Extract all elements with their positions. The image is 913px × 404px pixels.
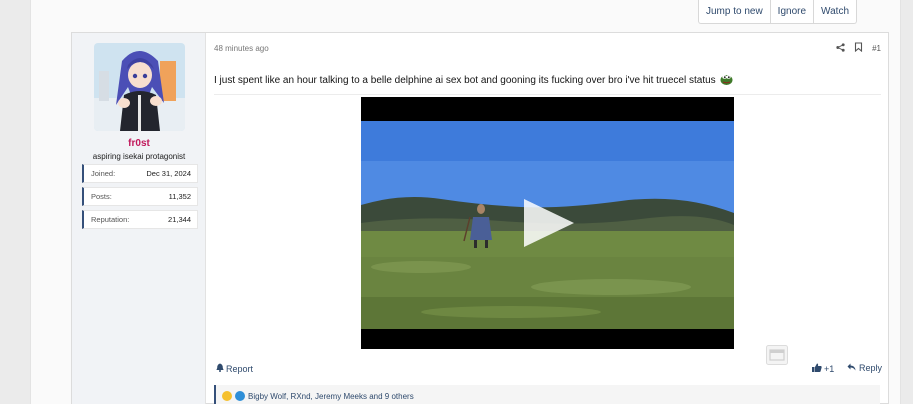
reply-arrow-icon (847, 363, 856, 373)
post-message: I just spent like an hour talking to a b… (214, 73, 733, 88)
post-content: 48 minutes ago #1 I just spent like an h… (206, 33, 889, 404)
stat-value: 11,352 (168, 192, 191, 201)
like-count: +1 (824, 363, 835, 374)
watch-button[interactable]: Watch (814, 0, 857, 24)
stat-posts: Posts: 11,352 (82, 187, 198, 206)
laugh-reaction-icon (222, 391, 232, 401)
thread-controls: Jump to new Ignore Watch (697, 0, 857, 24)
stat-joined: Joined: Dec 31, 2024 (82, 164, 198, 183)
report-button[interactable]: Report (216, 363, 253, 374)
reactions-bar[interactable]: Bigby Wolf, RXnd, Jeremy Meeks and 9 oth… (214, 385, 880, 404)
stat-reputation: Reputation: 21,344 (82, 210, 198, 229)
embed-icon[interactable] (766, 345, 788, 365)
avatar[interactable] (94, 43, 185, 131)
info-reaction-icon (235, 391, 245, 401)
post-message-text: I just spent like an hour talking to a b… (214, 75, 716, 86)
video-embed[interactable] (361, 97, 734, 349)
stat-label: Posts: (91, 192, 112, 201)
user-panel: fr0st aspiring isekai protagonist Joined… (72, 33, 206, 404)
user-title: aspiring isekai protagonist (92, 152, 186, 161)
divider (214, 94, 881, 95)
stat-value: 21,344 (168, 215, 191, 224)
pepe-emoji (720, 73, 733, 88)
reactions-text[interactable]: Bigby Wolf, RXnd, Jeremy Meeks and 9 oth… (248, 392, 414, 401)
page-container: Jump to new Ignore Watch fr0st aspiring … (30, 0, 901, 404)
thumbs-up-icon (812, 363, 822, 374)
stat-value: Dec 31, 2024 (146, 169, 191, 178)
reply-button[interactable]: Reply (847, 363, 882, 373)
reply-label: Reply (859, 363, 883, 373)
stat-label: Joined: (91, 169, 116, 178)
stat-label: Reputation: (91, 215, 130, 224)
like-button[interactable]: +1 (812, 363, 834, 374)
post: fr0st aspiring isekai protagonist Joined… (71, 32, 889, 404)
ignore-button[interactable]: Ignore (770, 0, 815, 24)
play-icon[interactable] (521, 197, 577, 249)
username[interactable]: fr0st (72, 138, 206, 149)
post-top-actions: #1 (836, 42, 881, 54)
bookmark-icon[interactable] (854, 42, 863, 54)
bell-icon (216, 363, 224, 374)
share-icon[interactable] (836, 42, 845, 54)
post-timestamp[interactable]: 48 minutes ago (214, 44, 269, 53)
post-number-link[interactable]: #1 (872, 44, 881, 53)
jump-to-new-button[interactable]: Jump to new (697, 0, 771, 24)
report-label: Report (226, 363, 254, 374)
